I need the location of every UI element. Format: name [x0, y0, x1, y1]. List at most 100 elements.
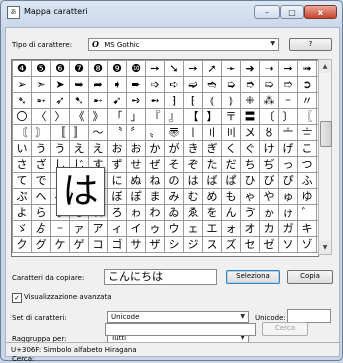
- character-cell[interactable]: ね: [145, 172, 165, 189]
- character-cell[interactable]: ⁂: [259, 92, 279, 109]
- character-cell[interactable]: 〃: [297, 92, 317, 109]
- character-cell[interactable]: が: [164, 140, 184, 157]
- character-cell[interactable]: ォ: [221, 220, 241, 237]
- character-cell[interactable]: ケ: [50, 236, 70, 253]
- character-cell[interactable]: ❹: [12, 60, 32, 77]
- character-cell[interactable]: 【: [183, 108, 203, 125]
- character-cell[interactable]: コ: [88, 236, 108, 253]
- character-cell[interactable]: カ: [259, 220, 279, 237]
- character-cell[interactable]: ➵: [31, 92, 51, 109]
- character-cell[interactable]: ❽: [88, 60, 108, 77]
- character-cell[interactable]: よ: [12, 204, 32, 221]
- character-cell[interactable]: ➸: [88, 92, 108, 109]
- character-cell[interactable]: え: [69, 140, 89, 157]
- character-cell[interactable]: ➫: [183, 76, 203, 93]
- character-cell[interactable]: 」: [126, 108, 146, 125]
- character-cell[interactable]: つ: [297, 156, 317, 173]
- character-cell[interactable]: ず: [107, 156, 127, 173]
- font-select[interactable]: O MS Gothic ▼: [88, 38, 279, 51]
- character-cell[interactable]: ゑ: [183, 204, 203, 221]
- character-cell[interactable]: ぞ: [183, 156, 203, 173]
- character-cell[interactable]: く: [221, 140, 241, 157]
- character-cell[interactable]: 〞: [126, 124, 146, 141]
- character-cell[interactable]: ぐ: [240, 140, 260, 157]
- character-cell[interactable]: ➙: [145, 60, 165, 77]
- character-cell[interactable]: 〕: [278, 108, 298, 125]
- character-cell[interactable]: ひ: [240, 172, 260, 189]
- character-cell[interactable]: グ: [31, 236, 51, 253]
- character-cell[interactable]: ❼: [69, 60, 89, 77]
- scroll-up-icon[interactable]: ▲: [319, 60, 331, 73]
- search-button[interactable]: Cerca: [262, 322, 308, 336]
- character-cell[interactable]: ス: [202, 236, 222, 253]
- character-cell[interactable]: ❺: [31, 60, 51, 77]
- close-button[interactable]: x: [304, 5, 337, 19]
- character-cell[interactable]: ➭: [221, 76, 241, 93]
- character-cell[interactable]: び: [259, 172, 279, 189]
- character-cell[interactable]: ゥ: [145, 220, 165, 237]
- character-cell[interactable]: キ: [297, 220, 317, 237]
- character-cell[interactable]: ぢ: [259, 156, 279, 173]
- character-cell[interactable]: 〤: [240, 124, 260, 141]
- character-cell[interactable]: ゔ: [240, 204, 260, 221]
- character-cell[interactable]: 〜: [88, 124, 108, 141]
- character-cell[interactable]: ➛: [221, 60, 241, 77]
- character-cell[interactable]: ぴ: [278, 172, 298, 189]
- character-cell[interactable]: ゲ: [69, 236, 89, 253]
- character-cell[interactable]: ➨: [126, 76, 146, 93]
- character-cell[interactable]: 〧: [297, 124, 317, 141]
- character-cell[interactable]: ぽ: [126, 188, 146, 205]
- character-cell[interactable]: ぷ: [12, 188, 32, 205]
- help-button[interactable]: ?: [289, 38, 332, 51]
- character-cell[interactable]: ⦅: [202, 92, 222, 109]
- character-cell[interactable]: ざ: [31, 156, 51, 173]
- character-cell[interactable]: ➮: [240, 76, 260, 93]
- character-cell[interactable]: ➯: [259, 76, 279, 93]
- character-cell[interactable]: め: [202, 188, 222, 205]
- character-cell[interactable]: ゃ: [240, 188, 260, 205]
- character-grid[interactable]: ❹❺❻❼❽❾❿➙➘➙➚➛➜➝➞➟➠➢➣➤➥➦➧➨➩➪➫➬➭➮➯➱➲➳➴➵➶➷➸➹…: [11, 59, 319, 257]
- character-cell[interactable]: こ: [297, 140, 317, 157]
- character-cell[interactable]: み: [164, 188, 184, 205]
- character-cell[interactable]: ァ: [69, 220, 89, 237]
- character-cell[interactable]: ゟ: [31, 220, 51, 237]
- character-cell[interactable]: ➻: [145, 92, 165, 109]
- character-cell[interactable]: ➪: [164, 76, 184, 93]
- character-cell[interactable]: 〇: [12, 108, 32, 125]
- character-cell[interactable]: 〙: [31, 124, 51, 141]
- character-cell[interactable]: ゴ: [107, 236, 127, 253]
- character-cell[interactable]: ふ: [297, 172, 317, 189]
- character-cell[interactable]: 】: [202, 108, 222, 125]
- character-cell[interactable]: ぜ: [145, 156, 165, 173]
- character-cell[interactable]: 〢: [202, 124, 222, 141]
- character-cell[interactable]: エ: [202, 220, 222, 237]
- unicode-input[interactable]: [287, 309, 331, 323]
- maximize-button[interactable]: □: [280, 5, 304, 19]
- character-cell[interactable]: も: [221, 188, 241, 205]
- character-cell[interactable]: げ: [278, 140, 298, 157]
- advanced-view-checkbox[interactable]: ✓: [12, 293, 22, 303]
- character-cell[interactable]: 』: [164, 108, 184, 125]
- character-cell[interactable]: ア: [88, 220, 108, 237]
- character-cell[interactable]: ⦆: [221, 92, 241, 109]
- character-cell[interactable]: む: [183, 188, 203, 205]
- character-cell[interactable]: の: [164, 172, 184, 189]
- character-cell[interactable]: ら: [31, 204, 51, 221]
- character-cell[interactable]: ➧: [107, 76, 127, 93]
- character-cell[interactable]: ぼ: [107, 188, 127, 205]
- character-cell[interactable]: ガ: [278, 220, 298, 237]
- character-cell[interactable]: 〛: [69, 124, 89, 141]
- character-cell[interactable]: セ: [240, 236, 260, 253]
- character-cell[interactable]: シ: [164, 236, 184, 253]
- character-cell[interactable]: ザ: [145, 236, 165, 253]
- character-cell[interactable]: ➢: [12, 76, 32, 93]
- character-cell[interactable]: ろ: [107, 204, 127, 221]
- scroll-down-icon[interactable]: ▼: [319, 241, 331, 254]
- character-cell[interactable]: ゖ: [278, 204, 298, 221]
- character-cell[interactable]: ➱: [278, 76, 298, 93]
- character-cell[interactable]: ジ: [183, 236, 203, 253]
- character-cell[interactable]: さ: [12, 156, 32, 173]
- character-cell[interactable]: ➲: [297, 76, 317, 93]
- character-cell[interactable]: ま: [145, 188, 165, 205]
- character-cell[interactable]: ゅ: [278, 188, 298, 205]
